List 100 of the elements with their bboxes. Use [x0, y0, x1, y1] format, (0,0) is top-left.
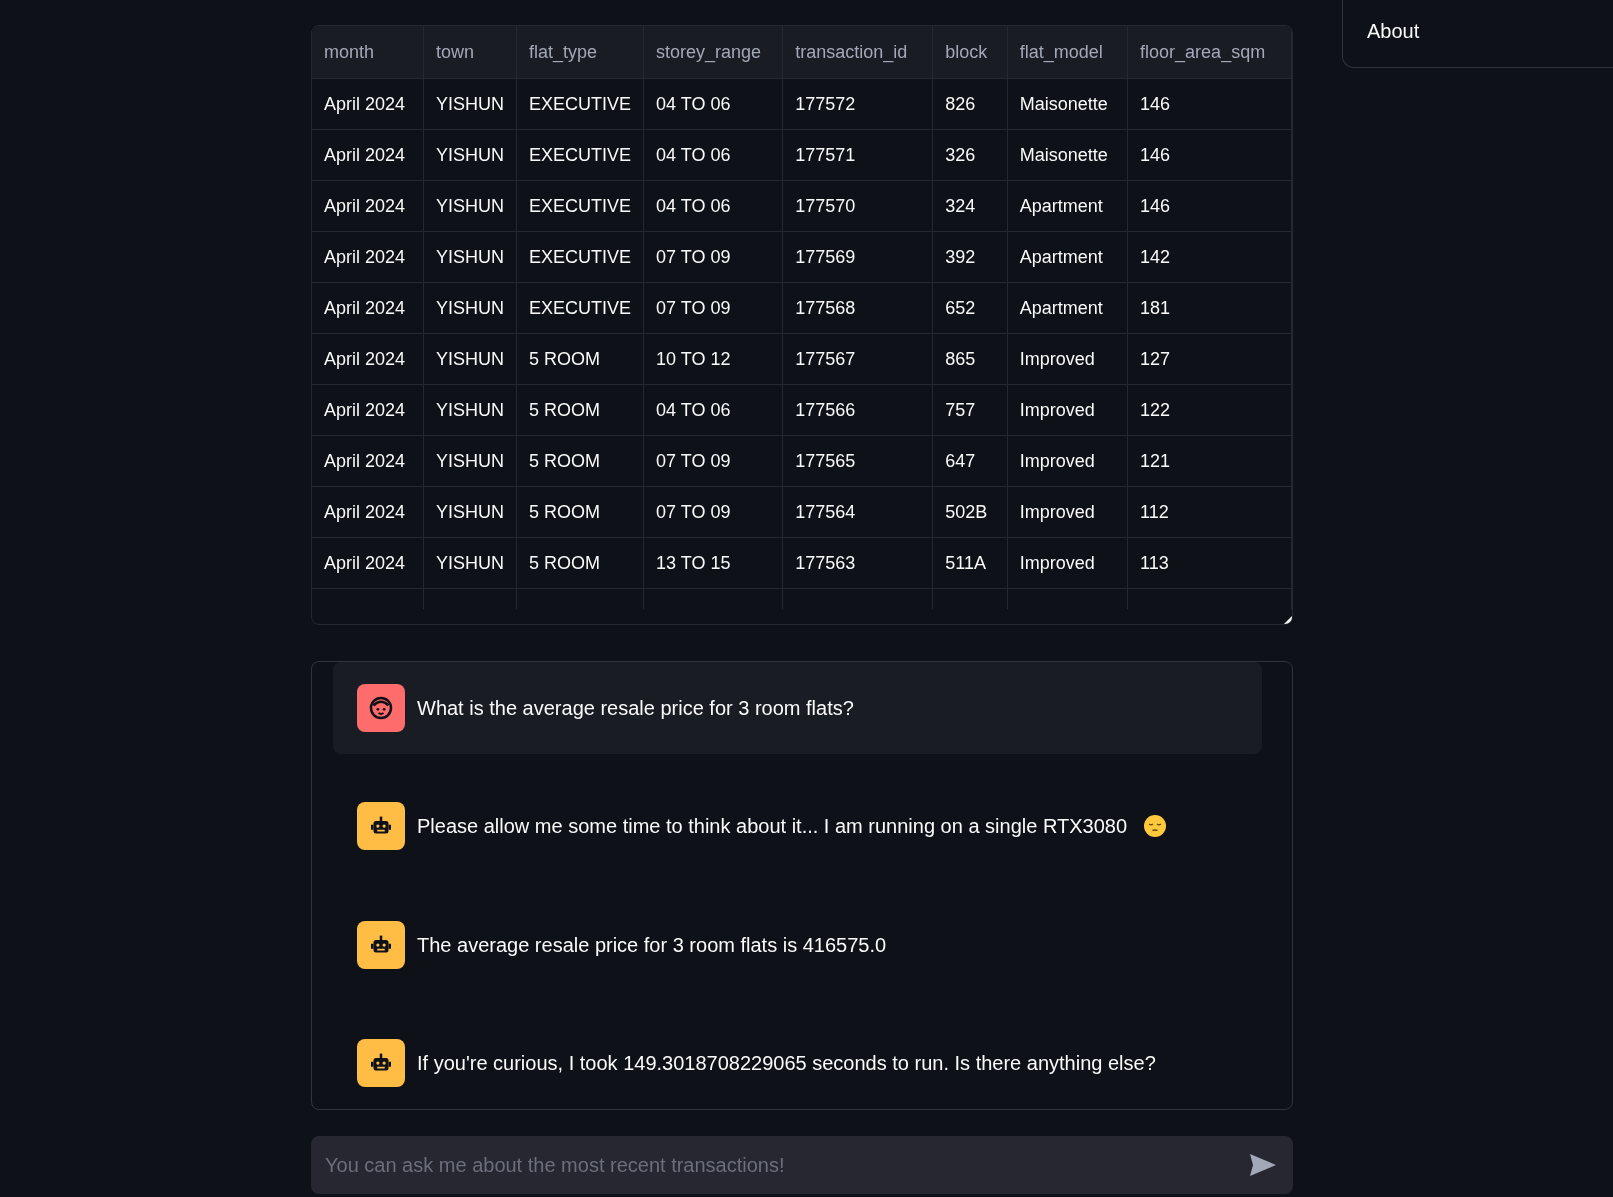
table-cell: 177569	[782, 231, 933, 283]
table-cell: EXECUTIVE	[516, 282, 644, 334]
table-cell: YISHUN	[423, 537, 517, 589]
table-cell: 177571	[782, 129, 933, 181]
table-cell: Apartment	[1007, 282, 1128, 334]
table-cell: EXECUTIVE	[516, 231, 644, 283]
send-icon[interactable]	[1249, 1153, 1277, 1177]
column-header[interactable]: storey_range	[643, 26, 783, 79]
table-cell: Improved	[1007, 486, 1128, 538]
table-cell: 04 TO 06	[643, 180, 783, 232]
column-header[interactable]: month	[312, 26, 424, 79]
table-cell: Maisonette	[1007, 129, 1128, 181]
table-cell: 07 TO 09	[643, 435, 783, 487]
column-header[interactable]: block	[932, 26, 1008, 79]
table-cell: Apartment	[1007, 180, 1128, 232]
table-cell: 07 TO 09	[643, 486, 783, 538]
table-cell: 392	[932, 231, 1008, 283]
chat-message-text: What is the average resale price for 3 room flats?	[417, 696, 854, 722]
table-cell: Maisonette	[1007, 78, 1128, 130]
table-cell: YISHUN	[423, 282, 517, 334]
table-cell: 324	[932, 180, 1008, 232]
table-cell: 07 TO 09	[643, 282, 783, 334]
resize-handle-icon[interactable]	[1284, 616, 1292, 624]
table-cell: 5 ROOM	[516, 384, 644, 436]
table-cell: 177564	[782, 486, 933, 538]
table-cell: Improved	[1007, 435, 1128, 487]
table-cell: 5 ROOM	[516, 333, 644, 385]
table-cell: April 2024	[312, 129, 424, 181]
table-cell: YISHUN	[423, 231, 517, 283]
table-cell: 10 TO 12	[643, 333, 783, 385]
table-cell: April 2024	[312, 486, 424, 538]
table-cell: 502B	[932, 486, 1008, 538]
user-avatar-icon	[357, 684, 405, 733]
table-cell: 5 ROOM	[516, 486, 644, 538]
table-cell: EXECUTIVE	[516, 78, 644, 130]
table-cell: 826	[932, 78, 1008, 130]
table-cell: Apartment	[1007, 231, 1128, 283]
table-cell: 177563	[782, 537, 933, 589]
table-cell: 07 TO 09	[643, 231, 783, 283]
table-cell: April 2024	[312, 537, 424, 589]
table-cell: 146	[1127, 129, 1292, 181]
chat-input-field[interactable]: You can ask me about the most recent transactions!	[311, 1136, 1293, 1194]
table-cell: April 2024	[312, 180, 424, 232]
table-cell: 177572	[782, 78, 933, 130]
table-cell: YISHUN	[423, 384, 517, 436]
robot-avatar-icon	[357, 1038, 405, 1087]
column-header[interactable]: transaction_id	[782, 26, 933, 79]
table-cell: 13 TO 15	[643, 537, 783, 589]
table-cell: 122	[1127, 384, 1292, 436]
table-cell: 5 ROOM	[516, 537, 644, 589]
about-panel[interactable]: About	[1342, 0, 1613, 68]
table-cell: Improved	[1007, 333, 1128, 385]
table-cell: 865	[932, 333, 1008, 385]
table-cell: YISHUN	[423, 129, 517, 181]
table-cell: EXECUTIVE	[516, 129, 644, 181]
table-cell: 652	[932, 282, 1008, 334]
table-cell: YISHUN	[423, 486, 517, 538]
robot-avatar-icon	[357, 920, 405, 969]
table-cell: 757	[932, 384, 1008, 436]
table-cell: 177570	[782, 180, 933, 232]
table-cell: 127	[1127, 333, 1292, 385]
column-header[interactable]: floor_area_sqm	[1127, 26, 1292, 79]
table-cell: Improved	[1007, 384, 1128, 436]
table-cell: 181	[1127, 282, 1292, 334]
table-cell: April 2024	[312, 384, 424, 436]
table-cell: YISHUN	[423, 78, 517, 130]
table-cell: April 2024	[312, 333, 424, 385]
chat-message-text: If you're curious, I took 149.3018708229065 seconds to run. Is there anything else?	[417, 1050, 1156, 1076]
table-cell: 121	[1127, 435, 1292, 487]
table-cell: 04 TO 06	[643, 384, 783, 436]
table-cell: YISHUN	[423, 435, 517, 487]
table-cell: 112	[1127, 486, 1292, 538]
table-cell: 511A	[932, 537, 1008, 589]
column-header[interactable]: flat_model	[1007, 26, 1128, 79]
table-cell: 177567	[782, 333, 933, 385]
table-cell: 142	[1127, 231, 1292, 283]
table-cell: 146	[1127, 180, 1292, 232]
column-header[interactable]: flat_type	[516, 26, 644, 79]
table-cell: 177566	[782, 384, 933, 436]
table-cell: 647	[932, 435, 1008, 487]
table-cell: 04 TO 06	[643, 129, 783, 181]
table-cell: 177568	[782, 282, 933, 334]
table-cell: 113	[1127, 537, 1292, 589]
table-cell: 177565	[782, 435, 933, 487]
table-cell: Improved	[1007, 537, 1128, 589]
table-cell: 5 ROOM	[516, 435, 644, 487]
table-cell: YISHUN	[423, 333, 517, 385]
table-cell: YISHUN	[423, 180, 517, 232]
table-cell: April 2024	[312, 435, 424, 487]
robot-avatar-icon	[357, 802, 405, 851]
table-cell: April 2024	[312, 78, 424, 130]
chat-message-text: The average resale price for 3 room flats is 416575.0	[417, 932, 887, 958]
chat-message-text: Please allow me some time to think about it... I am running on a single RTX3080	[417, 814, 1127, 840]
table-cell: 146	[1127, 78, 1292, 130]
table-cell: 04 TO 06	[643, 78, 783, 130]
table-cell: 326	[932, 129, 1008, 181]
table-cell: EXECUTIVE	[516, 180, 644, 232]
column-header[interactable]: town	[423, 26, 517, 79]
table-cell: April 2024	[312, 231, 424, 283]
table-cell: April 2024	[312, 282, 424, 334]
